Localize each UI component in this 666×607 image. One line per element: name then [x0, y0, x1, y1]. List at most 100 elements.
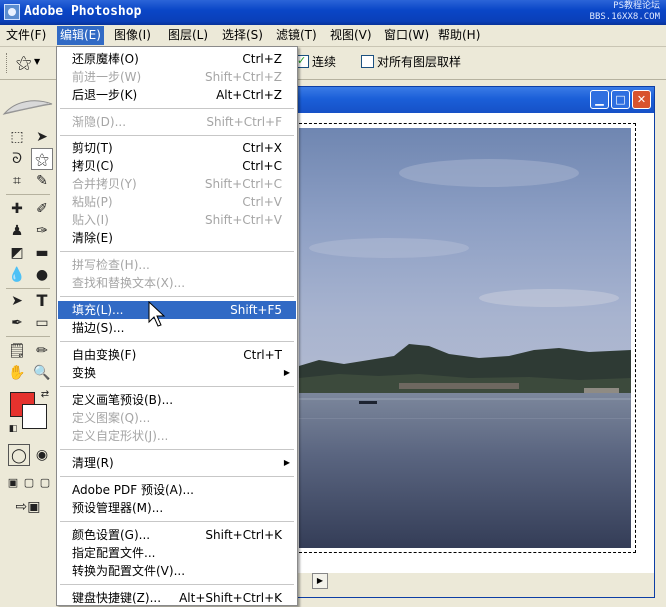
menu-window[interactable]: 窗口(W)	[381, 28, 432, 43]
menu-item-cut[interactable]: 剪切(T) Ctrl+X	[58, 139, 296, 157]
shape-tool-icon[interactable]: ▭	[31, 312, 53, 334]
background-color-swatch[interactable]	[22, 404, 47, 429]
close-button[interactable]: ✕	[632, 90, 651, 109]
blur-tool-icon[interactable]: 💧	[6, 264, 28, 286]
menu-item-paste: 粘贴(P) Ctrl+V	[58, 193, 296, 211]
sample-all-layers-checkbox[interactable]: 对所有图层取样	[361, 55, 461, 70]
menu-item-purge[interactable]: 清理(R) ▶	[58, 454, 296, 472]
history-brush-icon[interactable]: ✑	[31, 220, 53, 242]
healing-brush-icon[interactable]: ✚	[6, 198, 28, 220]
chevron-down-icon[interactable]: ▼	[34, 57, 40, 66]
type-tool-icon[interactable]: T	[31, 290, 53, 312]
eyedropper-tool-icon[interactable]: ✏	[31, 340, 53, 362]
horizontal-scrollbar[interactable]: ▶	[286, 573, 654, 597]
menu-item-label: 贴入(I)	[72, 213, 109, 227]
menu-item-label: 合并拷贝(Y)	[72, 177, 137, 191]
menu-item-shortcut: Alt+Ctrl+Z	[216, 88, 282, 102]
menu-item-color-settings[interactable]: 颜色设置(G)... Shift+Ctrl+K	[58, 526, 296, 544]
marquee-tool-icon[interactable]: ⬚	[6, 126, 28, 148]
slice-tool-icon[interactable]: ✎	[31, 170, 53, 192]
standard-mode-icon[interactable]: ◯	[8, 444, 30, 466]
menu-select[interactable]: 选择(S)	[219, 28, 266, 43]
eraser-tool-icon[interactable]: ◩	[6, 242, 28, 264]
menu-item-define-brush-preset[interactable]: 定义画笔预设(B)...	[58, 391, 296, 409]
zoom-tool-icon[interactable]: 🔍	[31, 362, 53, 384]
menu-item-assign-profile[interactable]: 指定配置文件...	[58, 544, 296, 562]
menu-item-undo-magic-wand[interactable]: 还原魔棒(O) Ctrl+Z	[58, 50, 296, 68]
menu-item-step-forward: 前进一步(W) Shift+Ctrl+Z	[58, 68, 296, 86]
hand-tool-icon[interactable]: ✋	[6, 362, 28, 384]
contiguous-label: 连续	[312, 55, 337, 69]
menu-item-preset-manager[interactable]: 预设管理器(M)...	[58, 499, 296, 517]
swap-colors-icon[interactable]: ⇄	[34, 384, 56, 406]
menu-item-clear[interactable]: 清除(E)	[58, 229, 296, 247]
path-selection-icon[interactable]: ➤	[6, 290, 28, 312]
pen-tool-icon[interactable]: ✒	[6, 312, 28, 334]
menu-separator	[60, 135, 294, 136]
menu-item-shortcut: Shift+Ctrl+C	[204, 177, 282, 191]
menu-item-label: 拷贝(C)	[72, 159, 114, 173]
menu-item-convert-to-profile[interactable]: 转换为配置文件(V)...	[58, 562, 296, 580]
lasso-tool-icon[interactable]: ᘐ	[6, 148, 28, 170]
minimize-button[interactable]: ▁	[590, 90, 609, 109]
menu-item-label: 变换	[72, 366, 97, 380]
toolbox-divider	[6, 288, 50, 289]
menu-item-transform[interactable]: 变换 ▶	[58, 364, 296, 382]
notes-tool-icon[interactable]: 🗒	[6, 340, 28, 362]
menu-item-adobe-pdf-presets[interactable]: Adobe PDF 预设(A)...	[58, 481, 296, 499]
jump-to-imageready-icon[interactable]: ⇨▣	[8, 496, 48, 518]
quick-mask-icon[interactable]: ◉	[31, 444, 53, 466]
dodge-tool-icon[interactable]: ●	[31, 264, 53, 286]
menubar: 文件(F) 编辑(E) 图像(I) 图层(L) 选择(S) 滤镜(T) 视图(V…	[0, 25, 666, 47]
screen-mode-full-icon[interactable]: ▢	[34, 472, 56, 494]
menu-item-free-transform[interactable]: 自由变换(F) Ctrl+T	[58, 346, 296, 364]
clone-stamp-icon[interactable]: ♟	[6, 220, 28, 242]
edit-menu-dropdown: 还原魔棒(O) Ctrl+Z 前进一步(W) Shift+Ctrl+Z 后退一步(K…	[56, 46, 298, 606]
scroll-right-arrow-icon[interactable]: ▶	[312, 573, 328, 589]
contiguous-checkbox[interactable]: 连续	[296, 53, 337, 70]
menu-image[interactable]: 图像(I)	[111, 28, 154, 43]
menu-item-label: 拼写检查(H)...	[72, 258, 150, 272]
menu-item-copy-merged: 合并拷贝(Y) Shift+Ctrl+C	[58, 175, 296, 193]
menu-item-label: 清除(E)	[72, 231, 113, 245]
menu-item-label: 渐隐(D)...	[72, 115, 127, 129]
checkbox-icon[interactable]	[361, 55, 374, 68]
gradient-tool-icon[interactable]: ▬	[31, 242, 53, 264]
menu-item-copy[interactable]: 拷贝(C) Ctrl+C	[58, 157, 296, 175]
brush-tool-icon[interactable]: ✐	[31, 198, 53, 220]
magic-wand-tool-icon[interactable]: ⚝	[31, 148, 53, 170]
menu-item-shortcut: Shift+Ctrl+K	[205, 528, 282, 542]
move-tool-icon[interactable]: ➤	[31, 126, 53, 148]
menu-item-label: 颜色设置(G)...	[72, 528, 151, 542]
menu-edit[interactable]: 编辑(E)	[57, 26, 104, 45]
menu-item-fill[interactable]: 填充(L)... Shift+F5	[58, 301, 296, 319]
menu-item-shortcut: Shift+F5	[230, 303, 282, 317]
menu-file[interactable]: 文件(F)	[3, 28, 49, 43]
menu-view[interactable]: 视图(V)	[327, 28, 375, 43]
menu-layer[interactable]: 图层(L)	[165, 28, 211, 43]
menu-item-step-backward[interactable]: 后退一步(K) Alt+Ctrl+Z	[58, 86, 296, 104]
canvas-area[interactable]	[286, 113, 654, 573]
toolbox: ⬚ ➤ ᘐ ⚝ ⌗ ✎ ✚ ✐ ♟ ✑ ◩ ▬ 💧 ● ➤ T ✒ ▭ 🗒 ✏ …	[0, 80, 57, 598]
menu-item-fade: 渐隐(D)... Shift+Ctrl+F	[58, 113, 296, 131]
menu-help[interactable]: 帮助(H)	[435, 28, 483, 43]
menu-filter[interactable]: 滤镜(T)	[273, 28, 320, 43]
maximize-button[interactable]: □	[611, 90, 630, 109]
menu-item-label: 自由变换(F)	[72, 348, 137, 362]
menu-item-stroke[interactable]: 描边(S)...	[58, 319, 296, 337]
feather-logo-icon[interactable]	[2, 98, 54, 118]
menu-item-keyboard-shortcuts[interactable]: 键盘快捷键(Z)... Alt+Shift+Ctrl+K	[58, 589, 296, 607]
document-titlebar[interactable]: ▁ □ ✕	[286, 87, 654, 113]
crop-tool-icon[interactable]: ⌗	[6, 170, 28, 192]
selection-marquee	[294, 123, 636, 553]
options-grip[interactable]	[6, 53, 10, 73]
default-colors-icon[interactable]: ◧	[2, 418, 24, 440]
menu-item-shortcut: Shift+Ctrl+F	[206, 115, 282, 129]
menu-separator	[60, 341, 294, 342]
menu-separator	[60, 584, 294, 585]
menu-item-check-spelling: 拼写检查(H)...	[58, 256, 296, 274]
menu-item-label: 粘贴(P)	[72, 195, 113, 209]
submenu-arrow-icon: ▶	[283, 458, 290, 467]
magic-wand-icon[interactable]: ⚝	[16, 53, 32, 73]
menu-item-label: 清理(R)	[72, 456, 114, 470]
